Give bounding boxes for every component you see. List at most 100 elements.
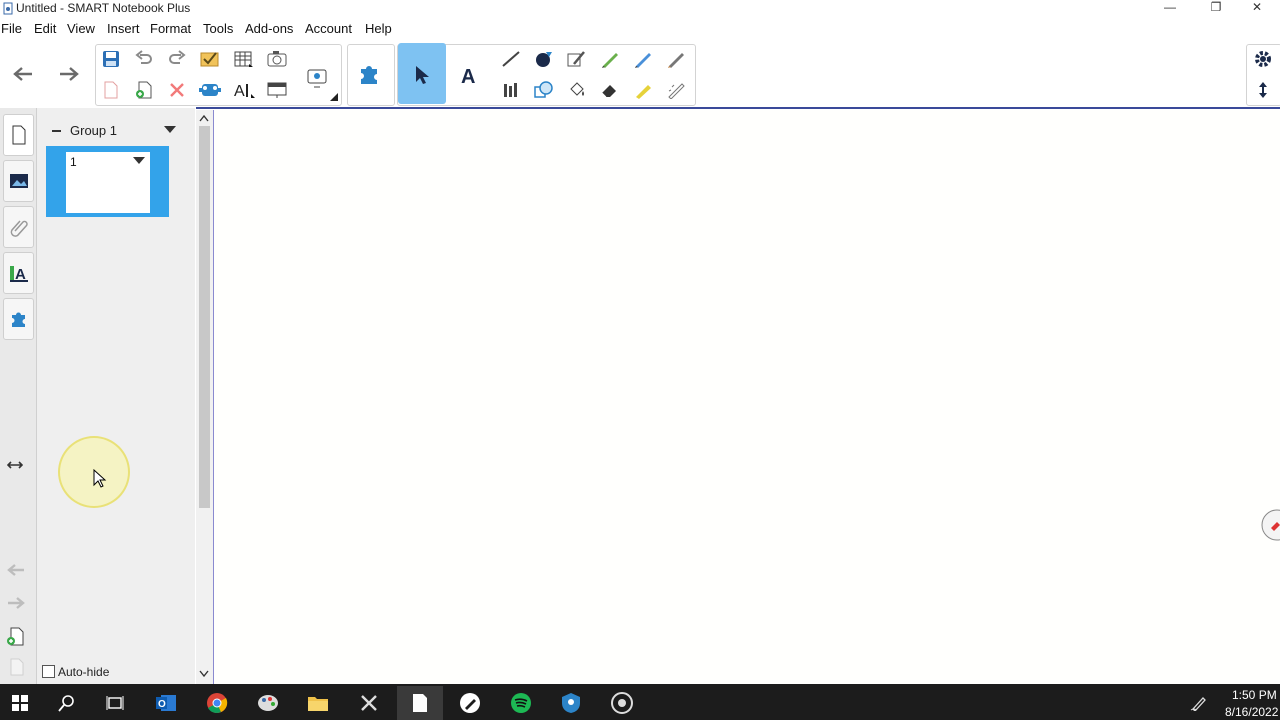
menu-account[interactable]: Account <box>305 21 352 37</box>
menu-view[interactable]: View <box>67 21 95 37</box>
menu-file[interactable]: File <box>1 21 22 37</box>
tab-addons[interactable] <box>3 298 34 340</box>
properties-icon: A <box>9 266 28 283</box>
app-taskbar-button[interactable] <box>248 688 288 718</box>
spotify-taskbar-button[interactable] <box>501 688 541 718</box>
back-button[interactable] <box>8 60 38 88</box>
creative-pen-button[interactable] <box>663 78 689 102</box>
menu-format[interactable]: Format <box>150 21 191 37</box>
screen-capture-button[interactable] <box>264 47 290 71</box>
add-page-button[interactable] <box>132 78 156 102</box>
notebook-taskbar-button[interactable] <box>400 688 440 718</box>
file-explorer-taskbar-button[interactable] <box>298 688 338 718</box>
expand-triangle-icon[interactable] <box>330 93 338 101</box>
smart-tools-button[interactable] <box>198 78 222 102</box>
whiteboard-canvas[interactable] <box>213 110 1280 684</box>
document-camera-button[interactable] <box>300 58 336 98</box>
fill-button[interactable] <box>564 78 590 102</box>
minimize-button[interactable]: — <box>1147 0 1193 17</box>
chrome-taskbar-button[interactable] <box>197 688 237 718</box>
outlook-taskbar-button[interactable]: O <box>146 688 186 718</box>
add-page-icon[interactable] <box>6 627 24 647</box>
search-icon <box>58 695 74 712</box>
collapse-group-icon[interactable] <box>52 130 61 132</box>
record-icon <box>611 692 633 714</box>
magic-pen-button[interactable] <box>564 47 590 71</box>
floppy-icon <box>103 51 119 67</box>
save-button[interactable] <box>99 47 123 71</box>
eraser-button[interactable] <box>597 78 623 102</box>
screen-shade-button[interactable] <box>264 78 290 102</box>
start-button[interactable] <box>0 688 40 718</box>
pen-green-button[interactable] <box>597 47 623 71</box>
clock-time[interactable]: 1:50 PM <box>1232 688 1277 702</box>
table-button[interactable] <box>231 47 257 71</box>
menu-insert[interactable]: Insert <box>107 21 140 37</box>
svg-text:O: O <box>158 699 166 710</box>
window-title: Untitled - SMART Notebook Plus <box>16 1 191 15</box>
delete-page-icon[interactable] <box>6 658 24 676</box>
addons-button[interactable] <box>352 55 388 91</box>
pens-set-icon <box>504 83 517 97</box>
security-taskbar-button[interactable] <box>551 688 591 718</box>
restore-button[interactable]: ❐ <box>1193 0 1239 17</box>
autohide-checkbox[interactable] <box>42 665 55 678</box>
clock-date[interactable]: 8/16/2022 <box>1225 705 1278 719</box>
puzzle-icon <box>11 312 25 327</box>
group-menu-chevron-icon[interactable] <box>164 126 176 134</box>
menu-tools[interactable]: Tools <box>203 21 233 37</box>
menu-help[interactable]: Help <box>365 21 392 37</box>
tools-icon <box>361 695 377 711</box>
notebook-page-icon <box>413 694 427 712</box>
menu-addons[interactable]: Add-ons <box>245 21 293 37</box>
calligraphy-pen-button[interactable] <box>663 47 689 71</box>
search-button[interactable] <box>47 688 87 718</box>
next-page-icon[interactable] <box>6 596 26 610</box>
move-sidebar-icon[interactable] <box>7 460 23 470</box>
camera-icon <box>267 51 287 67</box>
new-page-button[interactable] <box>99 78 123 102</box>
scrollbar-thumb[interactable] <box>199 126 210 508</box>
tab-page-sorter[interactable] <box>3 114 34 156</box>
select-tool-button[interactable] <box>404 60 440 90</box>
response-button[interactable] <box>198 47 222 71</box>
scroll-down-icon[interactable] <box>199 670 209 678</box>
pen-styles-button[interactable] <box>498 78 524 102</box>
menu-edit[interactable]: Edit <box>34 21 56 37</box>
text-tools-button[interactable]: A <box>231 78 257 102</box>
undo-icon <box>135 50 152 64</box>
tab-properties[interactable]: A <box>3 252 34 294</box>
task-view-icon <box>106 696 124 710</box>
scroll-up-icon[interactable] <box>199 114 209 122</box>
svg-text:A: A <box>234 83 245 100</box>
settings-button[interactable] <box>1250 47 1276 71</box>
redo-button[interactable] <box>165 47 189 71</box>
shape-recognition-button[interactable] <box>531 78 557 102</box>
monitor-icon <box>307 69 327 88</box>
tab-gallery[interactable] <box>3 160 34 202</box>
tools-taskbar-button[interactable] <box>349 688 389 718</box>
tab-attachments[interactable] <box>3 206 34 248</box>
toolbar-position-button[interactable] <box>1250 78 1276 102</box>
page-menu-chevron-icon[interactable] <box>133 157 145 165</box>
svg-text:A: A <box>461 66 475 86</box>
highlighter-button[interactable] <box>630 78 656 102</box>
ink-taskbar-button[interactable] <box>450 688 490 718</box>
forward-button[interactable] <box>54 60 84 88</box>
shapes-tool-button[interactable] <box>531 47 557 71</box>
undo-button[interactable] <box>132 47 156 71</box>
task-view-button[interactable] <box>95 688 135 718</box>
previous-page-icon[interactable] <box>6 563 26 577</box>
line-tool-button[interactable] <box>498 47 524 71</box>
text-tool-button[interactable]: A <box>452 60 488 90</box>
pen-tray-tab-icon[interactable] <box>1259 508 1280 542</box>
letter-a-icon: A <box>461 66 475 86</box>
brush-icon <box>668 53 684 68</box>
close-button[interactable]: ✕ <box>1234 0 1280 17</box>
recorder-taskbar-button[interactable] <box>602 688 642 718</box>
creative-pen-icon <box>668 83 685 99</box>
pen-input-icon[interactable] <box>1190 695 1208 711</box>
delete-button[interactable] <box>165 78 189 102</box>
pen-blue-button[interactable] <box>630 47 656 71</box>
pen-circle-icon <box>460 693 480 713</box>
